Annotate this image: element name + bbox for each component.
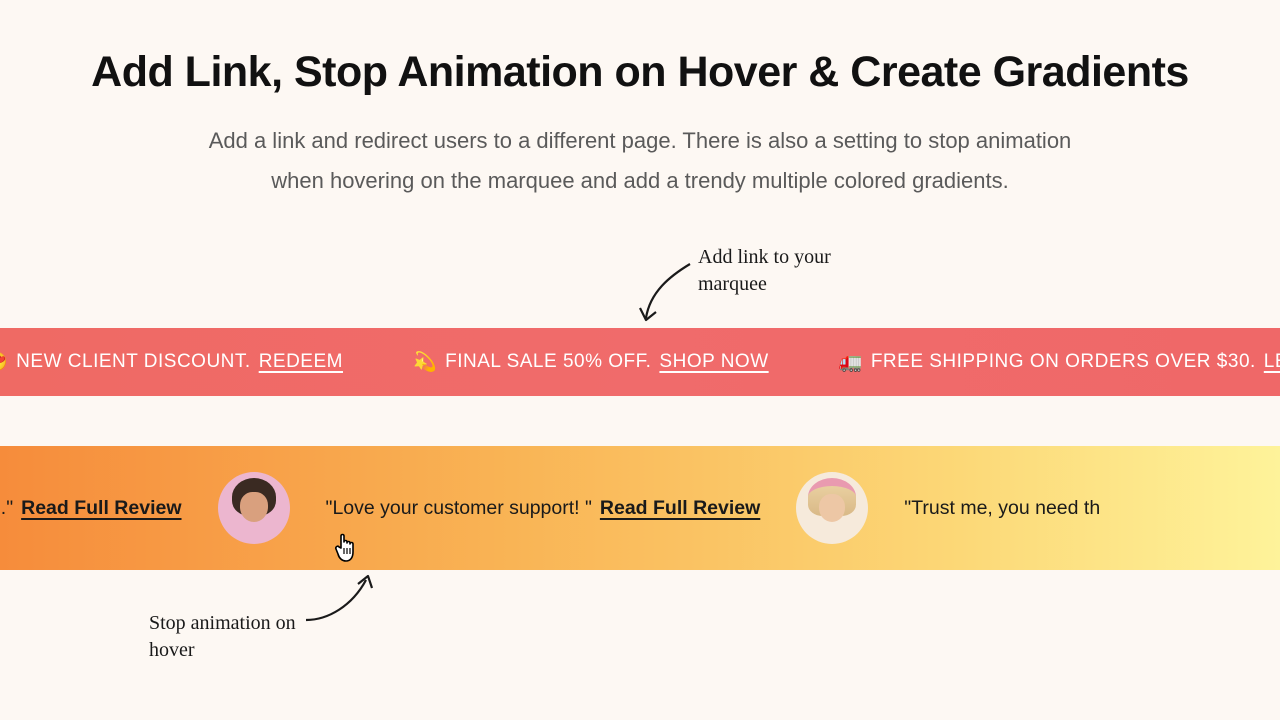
marquee-link-shop[interactable]: SHOP NOW <box>659 351 768 373</box>
marquee-announcements[interactable]: 😍 NEW CLIENT DISCOUNT. REDEEM 💫 FINAL SA… <box>0 328 1280 396</box>
page-subtitle: Add a link and redirect users to a diffe… <box>190 121 1090 200</box>
avatar <box>796 472 868 544</box>
arrow-icon <box>628 258 698 330</box>
review-quote: "Trust me, you need th <box>904 497 1100 520</box>
review-item[interactable]: "Love your customer support! " Read Full… <box>326 497 761 520</box>
avatar <box>218 472 290 544</box>
marquee-item[interactable]: 😍 NEW CLIENT DISCOUNT. REDEEM <box>0 350 343 374</box>
marquee-item[interactable]: 🚛 FREE SHIPPING ON ORDERS OVER $30. LEAR… <box>839 350 1280 374</box>
emoji-icon: 😍 <box>0 350 8 374</box>
marquee-text: FINAL SALE 50% OFF. <box>445 351 651 373</box>
review-quote: ral deodorant I've ever tried." <box>0 497 13 520</box>
marquee-link-redeem[interactable]: REDEEM <box>259 351 343 373</box>
arrow-icon <box>300 570 390 630</box>
emoji-icon: 🚛 <box>839 350 863 374</box>
read-review-link[interactable]: Read Full Review <box>600 497 760 520</box>
read-review-link[interactable]: Read Full Review <box>21 497 181 520</box>
review-item[interactable]: "Trust me, you need th <box>904 497 1100 520</box>
marquee-link-learn[interactable]: LEARN MORE <box>1264 351 1280 373</box>
review-item[interactable]: ral deodorant I've ever tried." Read Ful… <box>0 497 182 520</box>
marquee-item[interactable]: 💫 FINAL SALE 50% OFF. SHOP NOW <box>413 350 769 374</box>
emoji-icon: 💫 <box>413 350 437 374</box>
page-title: Add Link, Stop Animation on Hover & Crea… <box>0 48 1280 97</box>
pointer-cursor-icon <box>332 530 362 564</box>
annotation-add-link: Add link to your marquee <box>698 244 898 298</box>
review-quote: "Love your customer support! " <box>326 497 592 520</box>
annotation-stop-hover: Stop animation on hover <box>149 610 319 664</box>
marquee-text: FREE SHIPPING ON ORDERS OVER $30. <box>871 351 1256 373</box>
marquee-reviews[interactable]: ral deodorant I've ever tried." Read Ful… <box>0 446 1280 570</box>
marquee-text: NEW CLIENT DISCOUNT. <box>16 351 251 373</box>
